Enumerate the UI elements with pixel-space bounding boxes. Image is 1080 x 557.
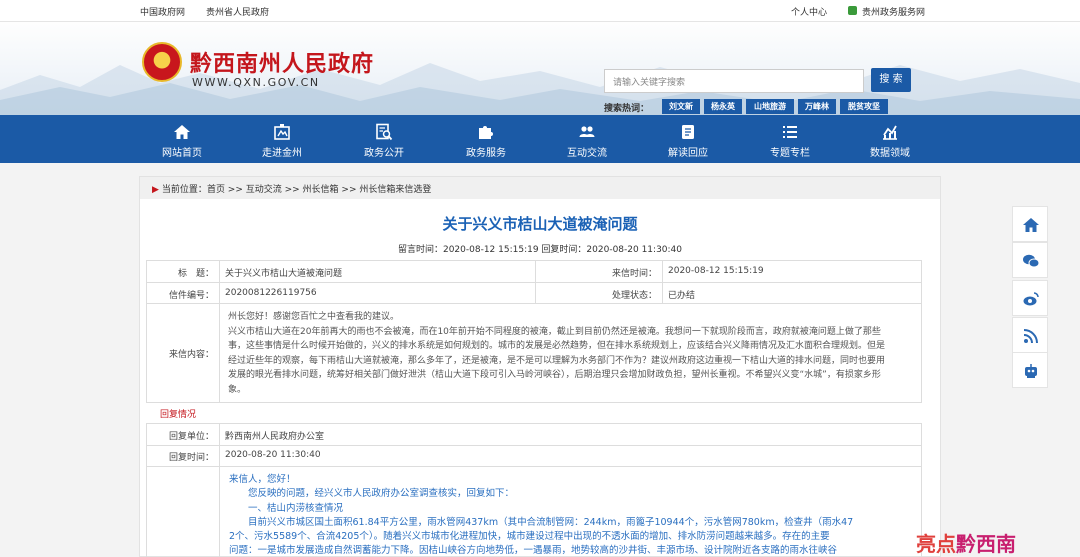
watermark-logo: 亮点黔西南 — [916, 528, 1016, 557]
nav-item-disclosure[interactable]: 政务公开 — [339, 115, 429, 163]
article-meta: 留言时间：2020-08-12 15:15:19 回复时间：2020-08-20… — [397, 245, 683, 255]
link-gov-cn[interactable]: 中国政府网 — [140, 5, 185, 18]
status-value: 已办结 — [668, 291, 696, 301]
col-divider — [662, 260, 663, 303]
reply-time-value: 2020-08-20 11:30:40 — [225, 450, 321, 460]
nav-item-special-topics[interactable]: 专题专栏 — [745, 115, 835, 163]
link-guizhou-gov[interactable]: 贵州省人民政府 — [206, 5, 269, 18]
float-weibo-button[interactable] — [1012, 280, 1048, 316]
article-title: 关于兴义市桔山大道被淹问题 — [442, 215, 638, 233]
top-bar: 中国政府网 贵州省人民政府 个人中心 贵州政务服务网 — [0, 0, 1080, 22]
content-line: 州长您好！感谢您百忙之中查看我的建议。 — [228, 312, 400, 322]
hot-word-tag[interactable]: 刘文新 — [662, 99, 700, 114]
hot-word-tag[interactable]: 山地旅游 — [746, 99, 794, 114]
hot-words-label: 搜索热词： — [604, 104, 650, 114]
received-time-value: 2020-08-12 15:15:19 — [668, 266, 764, 276]
weibo-icon — [1023, 292, 1039, 306]
nav-item-about[interactable]: 走进金州 — [237, 115, 327, 163]
hot-word-tag[interactable]: 万峰林 — [798, 99, 836, 114]
search-input[interactable]: 请输入关键字搜索 — [604, 69, 864, 93]
reply-body: 来信人，您好！ 您反映的问题，经兴义市人民政府办公室调查核实，回复如下： 一、桔… — [229, 473, 919, 557]
row-divider — [146, 466, 922, 467]
float-robot-button[interactable] — [1012, 352, 1048, 388]
chart-icon — [883, 125, 897, 140]
watermark-text-b: 黔西南 — [956, 532, 1016, 556]
site-title: 黔西南州人民政府 — [190, 51, 375, 77]
reply-line: 目前兴义市城区国土面积61.84平方公里，雨水管网437km（其中合流制管网：2… — [229, 516, 854, 528]
subject-value: 关于兴义市桔山大道被淹问题 — [225, 269, 343, 279]
status-label: 处理状态： — [611, 291, 657, 301]
rss-icon — [1023, 329, 1038, 344]
breadcrumb: ▶ 当前位置：首页 >> 互动交流 >> 州长信箱 >> 州长信箱来信选登 — [140, 177, 940, 199]
site-header: 黔西南州人民政府 WWW.QXN.GOV.CN 请输入关键字搜索 搜 索 搜索热… — [0, 22, 1080, 115]
hot-word-tag[interactable]: 脱贫攻坚 — [840, 99, 888, 114]
row-divider — [146, 303, 922, 304]
main-nav: 网站首页 走进金州 政务公开 政务服务 互动交流 解读回应 专题专栏 数据领域 — [0, 115, 1080, 163]
col-divider — [219, 260, 220, 403]
watermark-text-a: 亮点 — [916, 532, 956, 556]
received-time-label: 来信时间： — [611, 269, 657, 279]
link-service-net[interactable]: 贵州政务服务网 — [862, 5, 925, 18]
document-search-icon — [376, 123, 393, 141]
nav-item-services[interactable]: 政务服务 — [441, 115, 531, 163]
service-net-icon — [848, 6, 857, 15]
letter-content: 州长您好！感谢您百忙之中查看我的建议。 兴义市桔山大道在20年前再大的雨也不会被… — [228, 310, 918, 397]
home-icon — [1023, 218, 1039, 232]
content-line: 发展的眼光看排水问题，统筹好相关部门做好泄洪（桔山大道下段可引入马岭河峡谷），后… — [228, 370, 881, 380]
number-value: 2020081226119756 — [225, 288, 317, 298]
reply-time-label: 回复时间： — [168, 453, 214, 463]
content-line: 象。 — [228, 384, 247, 395]
nav-item-data[interactable]: 数据领域 — [845, 115, 935, 163]
landmark-icon — [274, 124, 290, 140]
reply-line: 您反映的问题，经兴义市人民政府办公室调查核实，回复如下： — [229, 488, 515, 500]
row-divider — [146, 445, 922, 446]
search-button[interactable]: 搜 索 — [871, 68, 911, 92]
col-divider — [535, 260, 536, 303]
reply-unit-label: 回复单位： — [168, 432, 214, 442]
content-line: 事，这些事情是什么时候开始做的，兴义的排水系统是如何规划的。城市的发展是必然趋势… — [228, 341, 886, 351]
reply-unit-value: 黔西南州人民政府办公室 — [225, 432, 325, 442]
breadcrumb-prefix: 当前位置： — [161, 185, 207, 195]
wechat-icon — [1023, 254, 1040, 268]
breadcrumb-path[interactable]: 首页 >> 互动交流 >> 州长信箱 >> 州长信箱来信选登 — [207, 185, 431, 195]
people-icon — [579, 126, 595, 137]
number-label: 信件编号： — [168, 291, 214, 301]
site-url: WWW.QXN.GOV.CN — [192, 76, 320, 89]
list-icon — [783, 126, 797, 138]
float-wechat-button[interactable] — [1012, 242, 1048, 278]
hot-word-tag[interactable]: 杨永英 — [704, 99, 742, 114]
puzzle-icon — [479, 126, 493, 139]
breadcrumb-marker-icon: ▶ — [152, 185, 159, 195]
home-icon — [174, 125, 190, 139]
clipboard-icon — [682, 125, 694, 139]
nav-item-interpretation[interactable]: 解读回应 — [643, 115, 733, 163]
reply-line: 2个、污水5589个、合流4205个）。随着兴义市城市化进程加快，城市建设过程中… — [229, 531, 830, 543]
subject-label: 标 题： — [177, 269, 214, 279]
robot-icon — [1025, 364, 1037, 378]
content-line: 兴义市桔山大道在20年前再大的雨也不会被淹，而在10年前开始不同程度的被淹，截止… — [228, 326, 881, 337]
content-line: 经过近些年的观察，每下雨桔山大道就被淹，那么多年了，还是被淹，是不是可以理解为水… — [228, 355, 886, 366]
float-home-button[interactable] — [1012, 206, 1048, 242]
reply-line: 一、桔山内涝核查情况 — [229, 502, 344, 514]
col-divider — [219, 423, 220, 557]
link-personal-center[interactable]: 个人中心 — [791, 5, 827, 18]
content-label: 来信内容： — [168, 350, 214, 360]
reply-line: 来信人，您好！ — [229, 474, 296, 485]
nav-item-home[interactable]: 网站首页 — [137, 115, 227, 163]
nav-item-interaction[interactable]: 互动交流 — [542, 115, 632, 163]
reply-section-title: 回复情况 — [160, 410, 197, 420]
reply-line: 问题：一是城市发展造成自然调蓄能力下降。因桔山峡谷方向地势低，一遇暴雨，地势较高… — [229, 545, 838, 557]
float-rss-button[interactable] — [1012, 317, 1048, 353]
row-divider — [146, 282, 922, 283]
national-emblem-logo — [142, 42, 182, 82]
